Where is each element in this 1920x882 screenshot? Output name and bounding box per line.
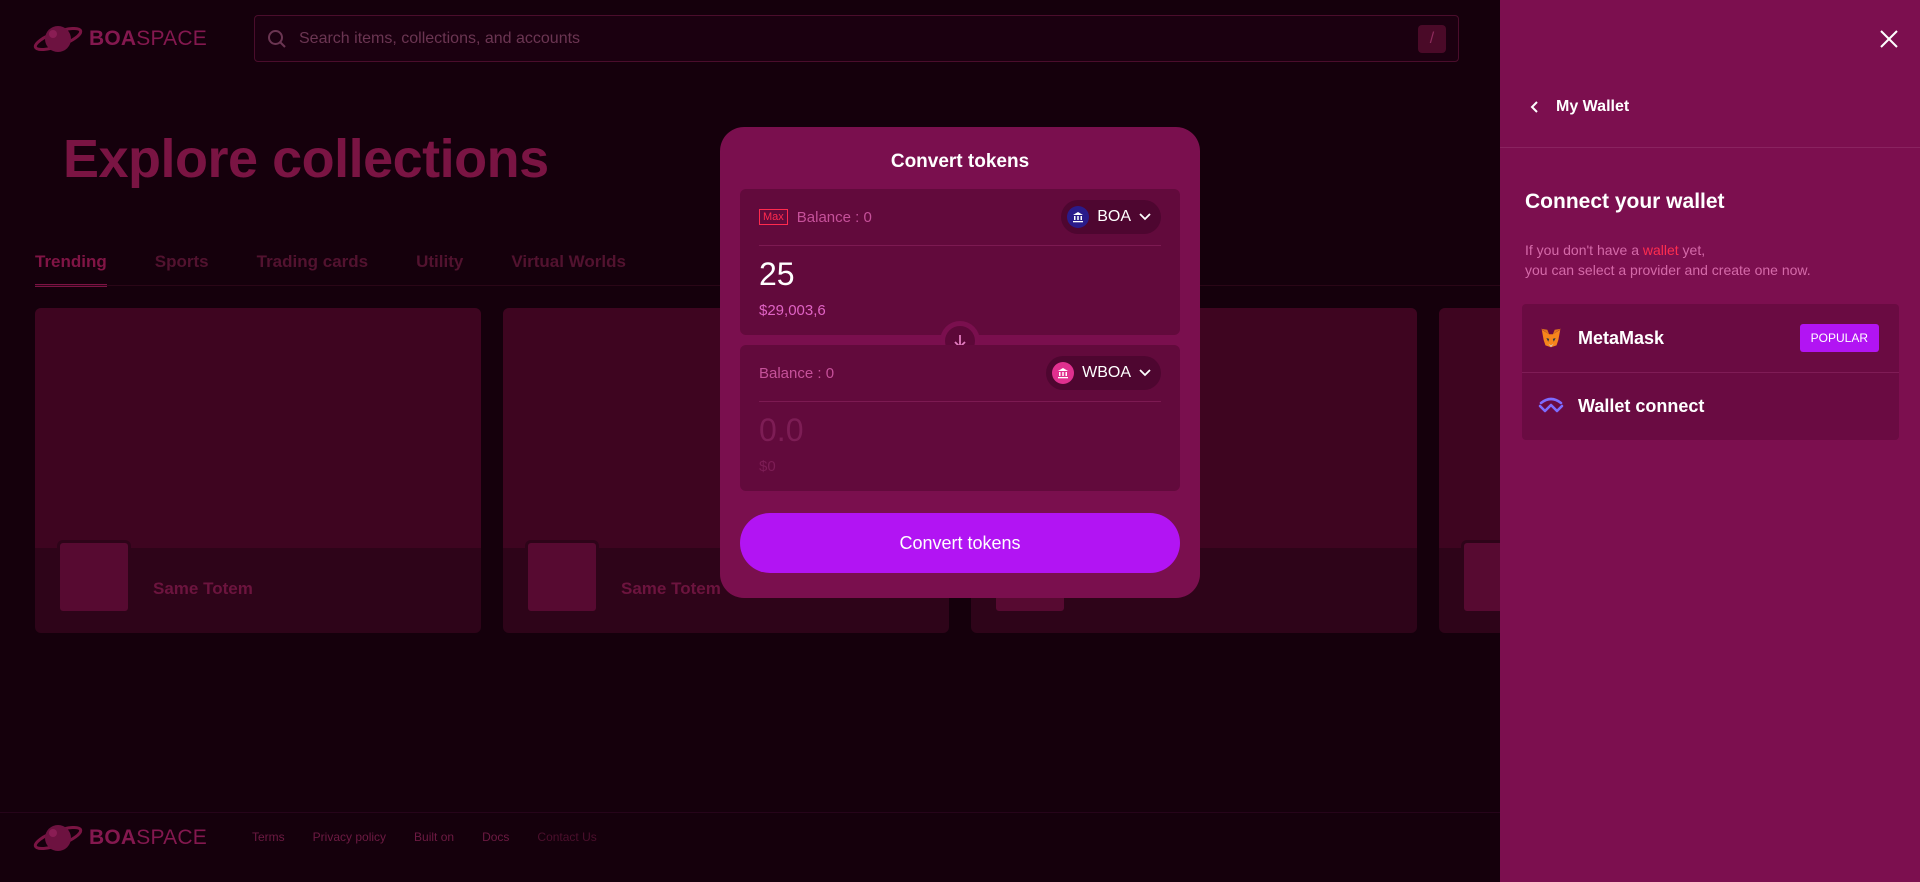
search-shortcut-key: / [1418,24,1446,53]
search-bar[interactable]: / [254,15,1459,62]
card-title: Same Totem [621,579,721,598]
card-avatar [525,540,599,614]
tab-trading-cards[interactable]: Trading cards [257,252,368,287]
logo-text: BOASPACE [89,27,207,50]
convert-tokens-modal: Convert tokens Max Balance : 0 BOA 25 $2… [720,127,1200,598]
popular-badge: POPULAR [1799,324,1879,352]
convert-tokens-button[interactable]: Convert tokens [740,513,1180,573]
collection-card[interactable]: Same Totem [35,308,481,633]
provider-metamask[interactable]: MetaMask POPULAR [1522,304,1899,372]
footer-links: Terms Privacy policy Built on Docs Conta… [252,830,597,844]
close-icon [1880,30,1898,48]
to-token-select[interactable]: WBOA [1046,356,1161,390]
footer-logo[interactable]: BOASPACE [33,818,207,858]
bank-icon [1052,362,1075,384]
from-amount-input[interactable]: 25 [759,256,1161,294]
tab-utility[interactable]: Utility [416,252,463,287]
footer-link-contact[interactable]: Contact Us [537,830,596,844]
from-balance: Balance : 0 [796,208,872,226]
wallet-provider-list: MetaMask POPULAR Wallet connect [1522,304,1899,440]
to-token-panel: Balance : 0 WBOA 0.0 $0 [740,345,1180,491]
from-usd-value: $29,003,6 [759,302,826,319]
provider-wallet-connect[interactable]: Wallet connect [1522,372,1899,440]
chevron-left-icon [1530,101,1538,113]
to-balance: Balance : 0 [759,364,835,382]
from-token-panel: Max Balance : 0 BOA 25 $29,003,6 [740,189,1180,335]
tab-sports[interactable]: Sports [155,252,209,287]
tab-virtual-worlds[interactable]: Virtual Worlds [511,252,626,287]
provider-name: Wallet connect [1578,396,1705,416]
close-drawer-button[interactable] [1876,26,1902,52]
footer-divider [0,812,1500,813]
modal-title: Convert tokens [890,151,1030,172]
connect-wallet-heading: Connect your wallet [1525,190,1725,213]
card-title: Same Totem [153,579,253,598]
category-tabs: Trending Sports Trading cards Utility Vi… [35,252,626,287]
search-icon [268,29,286,48]
bank-icon [1067,206,1090,228]
from-token-select[interactable]: BOA [1061,200,1161,234]
walletconnect-icon [1538,394,1564,420]
drawer-title: My Wallet [1556,98,1630,115]
logo-text: BOASPACE [89,826,207,849]
provider-name: MetaMask [1578,327,1665,348]
metamask-fox-icon [1538,325,1564,351]
boaspace-logo[interactable]: BOASPACE [33,19,207,59]
to-token-name: WBOA [1082,364,1131,381]
to-usd-value: $0 [759,458,776,475]
chevron-down-icon [1139,369,1151,377]
footer-link-terms[interactable]: Terms [252,830,285,844]
card-avatar [57,540,131,614]
tab-trending[interactable]: Trending [35,252,107,287]
footer-link-built-on[interactable]: Built on [414,830,454,844]
connect-wallet-description: If you don't have a wallet yet, you can … [1525,242,1811,278]
page-title: Explore collections [63,129,549,189]
chevron-down-icon [1139,213,1151,221]
footer-link-privacy[interactable]: Privacy policy [313,830,386,844]
drawer-header: My Wallet [1500,86,1920,148]
footer-link-docs[interactable]: Docs [482,830,509,844]
wallet-drawer: My Wallet Connect your wallet If you don… [1500,0,1920,882]
back-button[interactable] [1526,98,1544,116]
search-input[interactable] [299,29,1418,48]
max-button[interactable]: Max [759,209,788,225]
card-banner [35,308,481,548]
planet-logo-icon [33,825,83,851]
from-token-name: BOA [1097,208,1131,225]
to-amount-output: 0.0 [759,412,804,448]
wallet-link[interactable]: wallet [1643,242,1679,258]
planet-logo-icon [33,26,83,52]
